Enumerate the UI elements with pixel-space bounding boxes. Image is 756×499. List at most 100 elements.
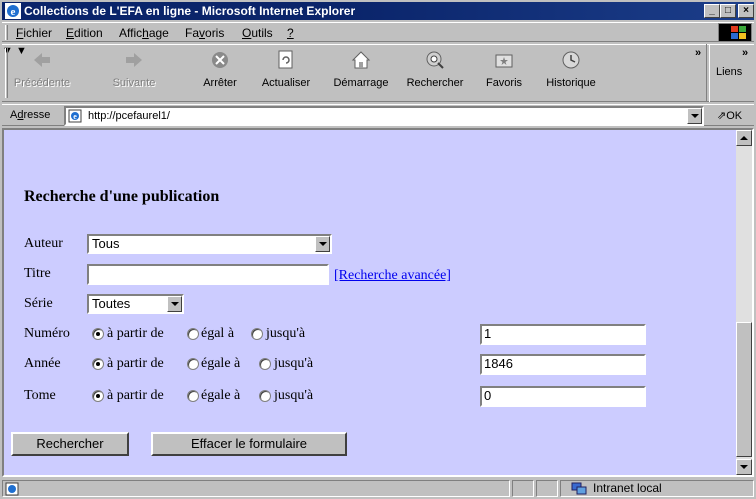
page-icon: e bbox=[68, 109, 82, 123]
go-button[interactable]: ⇗OK bbox=[717, 109, 742, 122]
year-equal-radio[interactable] bbox=[187, 358, 199, 370]
back-arrow-icon bbox=[34, 53, 50, 67]
series-label: Série bbox=[24, 296, 53, 311]
search-label: Rechercher bbox=[406, 77, 464, 89]
series-dropdown-button[interactable] bbox=[167, 296, 182, 312]
go-arrow-icon: ⇗ bbox=[717, 110, 727, 122]
window-title: Collections de L'EFA en ligne - Microsof… bbox=[24, 4, 356, 18]
scroll-down-button[interactable] bbox=[736, 459, 752, 475]
number-label: Numéro bbox=[24, 326, 70, 341]
toolbar-grip[interactable] bbox=[5, 48, 8, 98]
menu-favoris[interactable]: Favoris bbox=[185, 26, 224, 40]
close-button[interactable]: × bbox=[738, 4, 754, 18]
scroll-thumb[interactable] bbox=[736, 322, 752, 457]
home-icon bbox=[351, 51, 371, 69]
status-pane-progress bbox=[512, 480, 534, 497]
svg-text:e: e bbox=[73, 112, 77, 121]
year-label: Année bbox=[24, 356, 61, 371]
year-to-label: jusqu'à bbox=[274, 356, 314, 371]
address-bar: Adresse e http://pcefaurel1/ ⇗OK bbox=[2, 104, 754, 126]
home-label: Démarrage bbox=[333, 77, 389, 89]
volume-input[interactable]: 0 bbox=[480, 386, 646, 407]
status-zone-label: Intranet local bbox=[593, 481, 662, 495]
year-equal-label: égale à bbox=[201, 356, 241, 371]
author-dropdown-button[interactable] bbox=[315, 236, 330, 252]
status-text-pane bbox=[2, 480, 510, 497]
history-label: Historique bbox=[546, 77, 596, 89]
series-selected-value: Toutes bbox=[92, 296, 131, 311]
favorites-label: Favoris bbox=[485, 77, 523, 89]
browser-window: e Collections de L'EFA en ligne - Micros… bbox=[0, 0, 756, 499]
history-button[interactable]: Historique bbox=[540, 49, 602, 99]
menu-grip[interactable] bbox=[5, 25, 8, 40]
volume-from-label: à partir de bbox=[107, 388, 164, 403]
number-from-radio[interactable] bbox=[92, 328, 104, 340]
address-url: http://pcefaurel1/ bbox=[88, 110, 170, 122]
volume-to-radio[interactable] bbox=[259, 390, 271, 402]
address-label: Adresse bbox=[10, 109, 51, 121]
standard-toolbar: Précédente ▼ Suivante ▼ Arrêter Actualis… bbox=[2, 44, 754, 102]
reset-form-button[interactable]: Effacer le formulaire bbox=[151, 432, 347, 456]
refresh-button[interactable]: Actualiser bbox=[254, 49, 318, 99]
page-content: Recherche d'une publication Auteur Tous … bbox=[4, 130, 738, 475]
menu-fichier[interactable]: Fichier bbox=[16, 26, 52, 40]
home-button[interactable]: Démarrage bbox=[328, 49, 394, 99]
stop-button[interactable]: Arrêter bbox=[196, 49, 244, 99]
search-button[interactable]: Rechercher bbox=[402, 49, 468, 99]
favorites-icon bbox=[495, 54, 513, 68]
author-label: Auteur bbox=[24, 236, 63, 251]
svg-text:e: e bbox=[11, 6, 16, 18]
volume-to-label: jusqu'à bbox=[274, 388, 314, 403]
address-input[interactable]: e http://pcefaurel1/ bbox=[64, 106, 704, 126]
volume-equal-label: égale à bbox=[201, 388, 241, 403]
menu-help[interactable]: ? bbox=[287, 26, 294, 40]
history-icon bbox=[562, 51, 580, 69]
author-select[interactable]: Tous bbox=[87, 234, 332, 254]
title-bar: e Collections de L'EFA en ligne - Micros… bbox=[2, 2, 754, 20]
author-selected-value: Tous bbox=[92, 236, 120, 251]
volume-equal-radio[interactable] bbox=[187, 390, 199, 402]
vertical-scrollbar[interactable] bbox=[736, 130, 752, 475]
status-bar: Intranet local bbox=[2, 479, 754, 498]
ie-logo-icon: e bbox=[5, 3, 21, 19]
number-to-radio[interactable] bbox=[251, 328, 263, 340]
page-heading: Recherche d'une publication bbox=[24, 188, 220, 205]
minimize-button[interactable]: _ bbox=[704, 4, 720, 18]
scroll-up-button[interactable] bbox=[736, 130, 752, 146]
year-to-radio[interactable] bbox=[259, 358, 271, 370]
forward-label: Suivante bbox=[112, 77, 156, 89]
year-input[interactable]: 1846 bbox=[480, 354, 646, 375]
title-input[interactable] bbox=[87, 264, 329, 285]
search-globe-icon bbox=[426, 51, 444, 69]
links-more-chevron[interactable]: » bbox=[742, 47, 748, 59]
back-button[interactable]: Précédente bbox=[10, 49, 74, 99]
back-label: Précédente bbox=[13, 77, 71, 89]
series-select[interactable]: Toutes bbox=[87, 294, 184, 314]
maximize-button[interactable]: □ bbox=[720, 4, 736, 18]
year-from-radio[interactable] bbox=[92, 358, 104, 370]
number-input[interactable]: 1 bbox=[480, 324, 646, 345]
menu-affichage[interactable]: Affichage bbox=[119, 26, 169, 40]
forward-button[interactable]: Suivante bbox=[104, 49, 164, 99]
links-label[interactable]: Liens bbox=[716, 66, 742, 78]
advanced-search-link[interactable]: [Recherche avancée] bbox=[334, 268, 451, 284]
number-to-label: jusqu'à bbox=[266, 326, 306, 341]
number-equal-radio[interactable] bbox=[187, 328, 199, 340]
search-submit-button[interactable]: Rechercher bbox=[11, 432, 129, 456]
intranet-zone-icon bbox=[571, 482, 587, 495]
menu-edition[interactable]: Edition bbox=[66, 26, 103, 40]
number-from-label: à partir de bbox=[107, 326, 164, 341]
volume-from-radio[interactable] bbox=[92, 390, 104, 402]
page-icon bbox=[5, 482, 19, 496]
toolbar-more-chevron[interactable]: » bbox=[695, 47, 701, 59]
forward-arrow-icon bbox=[126, 53, 142, 67]
menu-bar: Fichier Edition Affichage Favoris Outils… bbox=[2, 22, 754, 42]
favorites-button[interactable]: Favoris bbox=[480, 49, 528, 99]
menu-outils[interactable]: Outils bbox=[242, 26, 273, 40]
address-dropdown-button[interactable] bbox=[687, 108, 702, 124]
page-viewport: Recherche d'une publication Auteur Tous … bbox=[2, 128, 754, 477]
volume-label: Tome bbox=[24, 388, 56, 403]
stop-label: Arrêter bbox=[203, 77, 237, 89]
status-pane-secure bbox=[536, 480, 558, 497]
number-equal-label: égal à bbox=[201, 326, 235, 341]
